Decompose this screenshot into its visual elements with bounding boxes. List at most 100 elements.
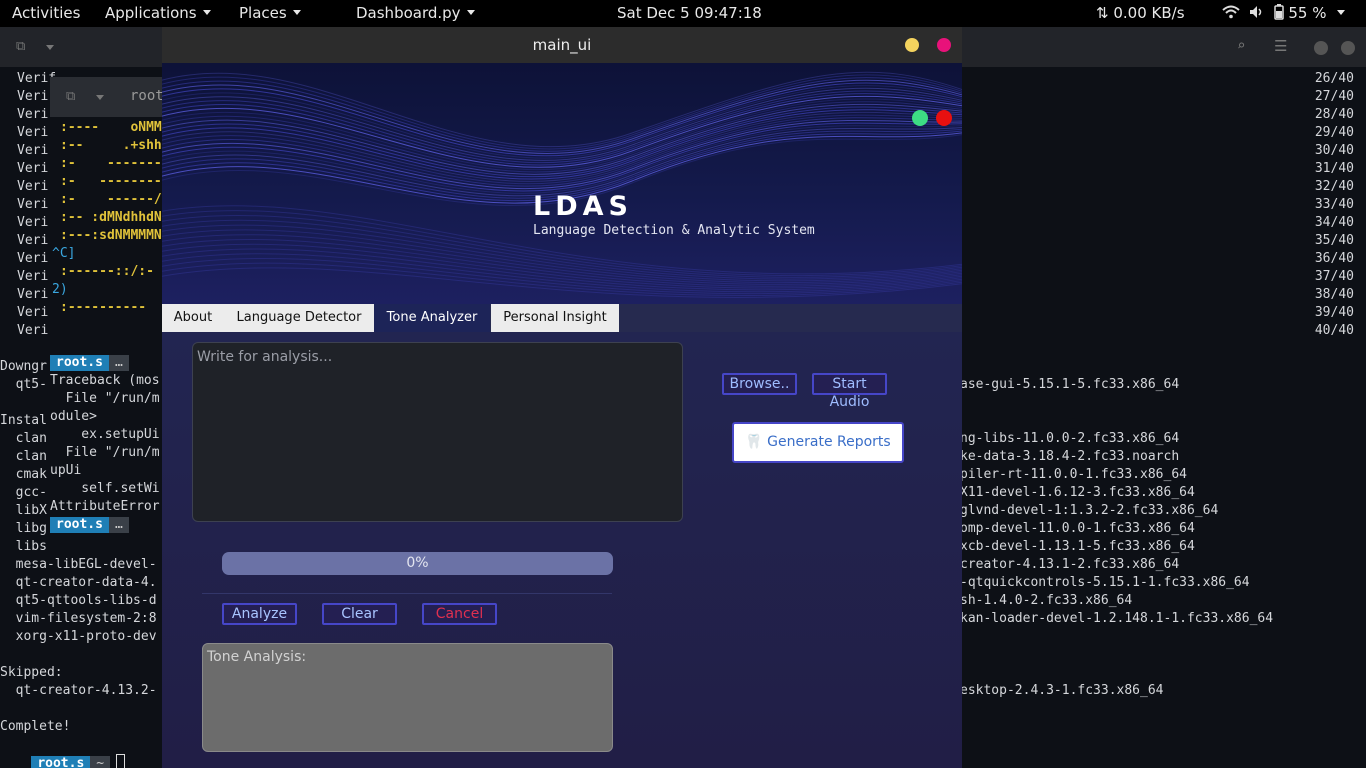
terminal-prompt: root.s… bbox=[50, 516, 129, 534]
network-speed: 0.00 KB/s bbox=[1113, 4, 1185, 22]
new-tab-icon[interactable]: ⧉ bbox=[16, 39, 25, 54]
battery-percent: 55 % bbox=[1288, 4, 1327, 22]
terminal-line: Veri bbox=[17, 233, 49, 248]
terminal-line: :- -------- bbox=[60, 174, 162, 189]
focused-app-label: Dashboard.py bbox=[356, 4, 461, 22]
terminal-line: Veri bbox=[17, 305, 49, 320]
terminal-line: :- ------- bbox=[60, 156, 162, 171]
places-menu[interactable]: Places bbox=[239, 4, 301, 22]
tone-analysis-output[interactable]: Tone Analysis: bbox=[202, 643, 613, 752]
terminal-prompt[interactable]: root.s ~ bbox=[0, 736, 126, 768]
analysis-text-input[interactable] bbox=[192, 342, 683, 522]
places-label: Places bbox=[239, 4, 287, 22]
app-subtitle: Language Detection & Analytic System bbox=[533, 223, 815, 238]
analyze-button[interactable]: Analyze bbox=[222, 603, 297, 625]
main-ui-window[interactable]: main_ui LDAS Language Detection & Analyt… bbox=[162, 27, 962, 768]
app-name: LDAS bbox=[533, 191, 633, 222]
terminal-line: libs bbox=[0, 539, 47, 554]
terminal-line: self.setWi bbox=[50, 481, 160, 496]
minimize-button[interactable] bbox=[1314, 41, 1328, 55]
terminal-line: 30/40 bbox=[1314, 143, 1354, 158]
terminal-line: cmak bbox=[0, 467, 47, 482]
terminal-window-2[interactable]: ⧉ root :---- oNMM:-- .+shh:- -------:- -… bbox=[50, 77, 170, 557]
terminal-line: ex.setupUi bbox=[50, 427, 160, 442]
terminal-line: :---:sdNMMMMN bbox=[60, 228, 162, 243]
progress-bar: 0% bbox=[222, 552, 613, 575]
terminal-line: File "/run/m bbox=[50, 391, 160, 406]
terminal-2-title: root bbox=[130, 88, 164, 104]
window-title: main_ui bbox=[532, 36, 592, 54]
terminal-line: Veri bbox=[17, 287, 49, 302]
terminal-line: qt-creator-4.13.2- bbox=[0, 683, 157, 698]
focused-app-menu[interactable]: Dashboard.py bbox=[356, 4, 475, 22]
battery-icon bbox=[1273, 4, 1284, 20]
chevron-down-icon[interactable] bbox=[46, 45, 54, 50]
terminal-prompt: root.s… bbox=[50, 354, 129, 372]
tab-about[interactable]: About bbox=[162, 304, 224, 332]
terminal-line: clan bbox=[0, 449, 47, 464]
chevron-down-icon bbox=[202, 10, 211, 15]
terminal-line: piler-rt-11.0.0-1.fc33.x86_64 bbox=[960, 467, 1187, 482]
new-tab-icon[interactable]: ⧉ bbox=[66, 89, 75, 104]
terminal-line: sh-1.4.0-2.fc33.x86_64 bbox=[960, 593, 1133, 608]
applications-menu[interactable]: Applications bbox=[105, 4, 211, 22]
app-banner: LDAS Language Detection & Analytic Syste… bbox=[162, 63, 962, 304]
tone-analyzer-panel: Browse.. Start Audio 🦷 Generate Reports … bbox=[162, 332, 962, 768]
wave-line bbox=[162, 248, 962, 291]
tab-language-detector[interactable]: Language Detector bbox=[224, 304, 374, 332]
menu-icon[interactable]: ☰ bbox=[1274, 37, 1287, 55]
terminal-line: xorg-x11-proto-dev bbox=[0, 629, 157, 644]
terminal-line: ng-libs-11.0.0-2.fc33.x86_64 bbox=[960, 431, 1180, 446]
generate-reports-button[interactable]: 🦷 Generate Reports bbox=[732, 422, 904, 463]
tab-personal-insight[interactable]: Personal Insight bbox=[491, 304, 619, 332]
prompt-user: root.s bbox=[50, 355, 109, 371]
system-menu[interactable]: 55 % bbox=[1222, 4, 1346, 22]
clear-button[interactable]: Clear bbox=[322, 603, 397, 625]
network-indicator[interactable]: ⇅ 0.00 KB/s bbox=[1096, 4, 1185, 22]
activities-button[interactable]: Activities bbox=[12, 4, 80, 22]
terminal-2-header: ⧉ root bbox=[50, 77, 170, 117]
terminal-line: :-- :dMNdhhdN bbox=[60, 210, 162, 225]
terminal-line: -qtquickcontrols-5.15.1-1.fc33.x86_64 bbox=[960, 575, 1250, 590]
status-red-indicator[interactable] bbox=[936, 110, 952, 126]
chevron-down-icon[interactable] bbox=[96, 95, 104, 100]
terminal-line: 2) bbox=[52, 282, 68, 297]
wave-line bbox=[162, 82, 962, 157]
minimize-button[interactable] bbox=[905, 38, 919, 52]
terminal-line: 26/40 bbox=[1314, 71, 1354, 86]
cancel-button[interactable]: Cancel bbox=[422, 603, 497, 625]
browse-button[interactable]: Browse.. bbox=[722, 373, 797, 395]
search-icon[interactable]: ⌕ bbox=[1237, 38, 1245, 54]
wifi-icon bbox=[1222, 5, 1240, 19]
close-button[interactable] bbox=[937, 38, 951, 52]
clock[interactable]: Sat Dec 5 09:47:18 bbox=[617, 4, 762, 22]
terminal-line: Veri bbox=[17, 251, 49, 266]
terminal-line: :------::/:- bbox=[60, 264, 154, 279]
terminal-line: libX bbox=[0, 503, 47, 518]
chevron-down-icon bbox=[292, 10, 301, 15]
terminal-line: 34/40 bbox=[1314, 215, 1354, 230]
terminal-line: Veri bbox=[17, 197, 49, 212]
terminal-line: 29/40 bbox=[1314, 125, 1354, 140]
window-titlebar[interactable]: main_ui bbox=[162, 27, 962, 63]
wave-line bbox=[162, 126, 962, 197]
tooth-icon: 🦷 bbox=[745, 434, 763, 450]
prompt-path: ~ bbox=[90, 756, 111, 768]
close-button[interactable] bbox=[1341, 41, 1355, 55]
terminal-line: 37/40 bbox=[1314, 269, 1354, 284]
applications-label: Applications bbox=[105, 4, 197, 22]
status-green-indicator[interactable] bbox=[912, 110, 928, 126]
volume-icon bbox=[1249, 6, 1262, 18]
terminal-line: ase-gui-5.15.1-5.fc33.x86_64 bbox=[960, 377, 1180, 392]
terminal-line: :- ------/ bbox=[60, 192, 162, 207]
tab-tone-analyzer[interactable]: Tone Analyzer bbox=[374, 304, 490, 332]
wave-graphic bbox=[162, 71, 962, 298]
start-audio-button[interactable]: Start Audio bbox=[812, 373, 887, 410]
terminal-line: Skipped: bbox=[0, 665, 63, 680]
terminal-line: Veri bbox=[17, 107, 49, 122]
terminal-line: qt5- bbox=[0, 377, 47, 392]
terminal-line: 38/40 bbox=[1314, 287, 1354, 302]
terminal-line: Veri bbox=[17, 323, 49, 338]
tab-bar: About Language Detector Tone Analyzer Pe… bbox=[162, 304, 962, 332]
text-cursor bbox=[116, 754, 126, 768]
